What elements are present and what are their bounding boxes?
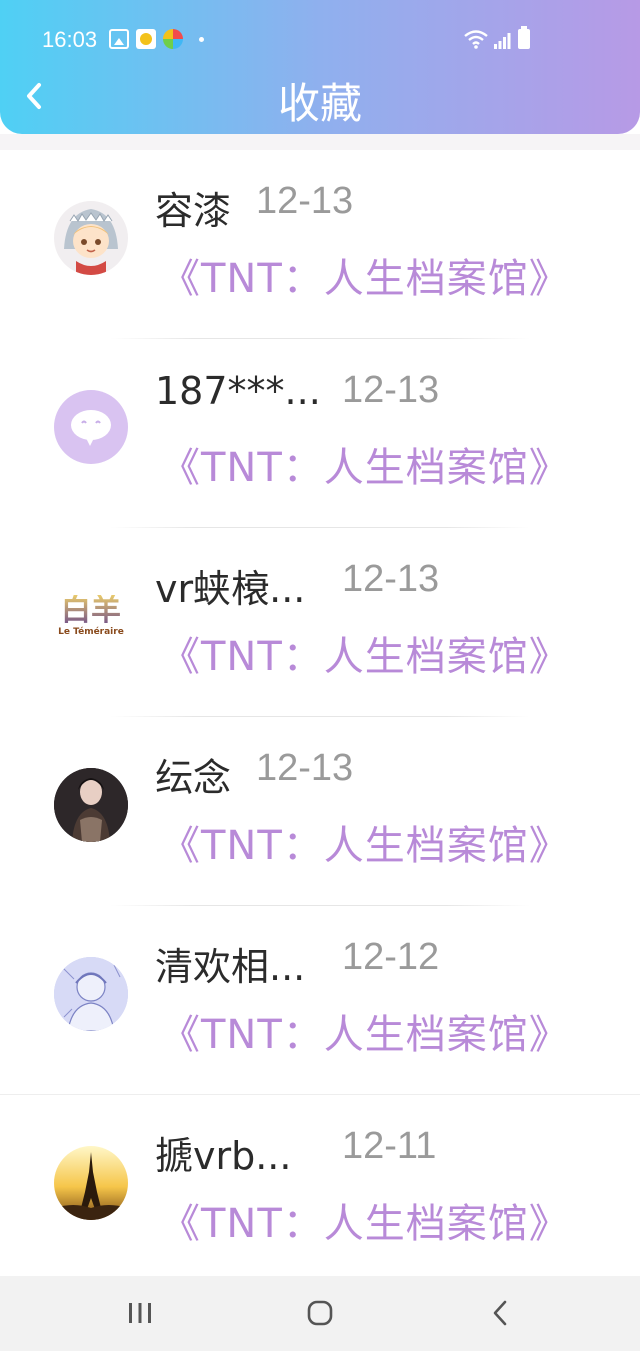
collection-title[interactable]: 《TNT：人生档案馆》 <box>160 624 570 682</box>
user-name: 清欢相... <box>155 945 306 989</box>
avatar[interactable] <box>54 201 128 275</box>
post-date: 12-13 <box>256 747 354 789</box>
collection-title[interactable]: 《TNT：人生档案馆》 <box>160 435 570 493</box>
logo-avatar-subtext: Le Téméraire <box>58 627 124 637</box>
status-bar: 16:03 <box>0 0 640 80</box>
logo-avatar: 白羊 Le Téméraire <box>54 579 128 653</box>
eiffel-tower-avatar <box>54 1146 128 1220</box>
name-row: vr蛱榱... <box>155 558 305 611</box>
gallery-icon <box>109 29 129 49</box>
signal-icon <box>494 33 511 49</box>
app-header: 16:03 收藏 <box>0 0 640 134</box>
sketch-avatar <box>54 957 128 1031</box>
page-title: 收藏 <box>277 79 362 128</box>
list-item[interactable]: 清欢相... 12-12 《TNT：人生档案馆》 <box>0 906 640 1095</box>
post-date: 12-12 <box>342 936 440 978</box>
notification-dot-icon <box>199 37 204 42</box>
system-nav-bar <box>0 1276 640 1351</box>
collection-title[interactable]: 《TNT：人生档案馆》 <box>160 246 570 304</box>
post-date: 12-13 <box>342 369 440 411</box>
list-item[interactable]: 白羊 Le Téméraire vr蛱榱... 12-13 《TNT：人生档案馆… <box>0 528 640 717</box>
header-divider <box>0 134 640 150</box>
home-button[interactable] <box>295 1290 345 1336</box>
avatar[interactable] <box>54 390 128 464</box>
color-app-icon <box>163 29 183 49</box>
avatar[interactable] <box>54 957 128 1031</box>
name-row: 搋vrb... <box>155 1125 291 1178</box>
name-row: 容漆 <box>155 180 231 233</box>
recent-apps-button[interactable] <box>115 1290 165 1336</box>
user-name: 容漆 <box>155 189 232 233</box>
back-icon <box>493 1300 507 1326</box>
home-icon <box>307 1300 333 1326</box>
collection-title[interactable]: 《TNT：人生档案馆》 <box>160 1191 570 1249</box>
list-item[interactable]: 搋vrb... 12-11 《TNT：人生档案馆》 <box>0 1095 640 1284</box>
battery-icon <box>518 26 530 49</box>
default-chat-bubble-avatar <box>71 410 111 446</box>
logo-avatar-text: 白羊 <box>61 593 121 628</box>
name-row: 纭念 <box>155 747 231 800</box>
avatar[interactable] <box>54 1146 128 1220</box>
post-date: 12-13 <box>342 558 440 600</box>
favorites-list: 容漆 12-13 《TNT：人生档案馆》 187***... 12-13 《TN… <box>0 150 640 1284</box>
list-item[interactable]: 纭念 12-13 《TNT：人生档案馆》 <box>0 717 640 906</box>
avatar[interactable] <box>54 768 128 842</box>
photo-avatar <box>54 768 128 842</box>
avatar[interactable]: 白羊 Le Téméraire <box>54 579 128 653</box>
recent-apps-icon <box>129 1303 151 1323</box>
collection-title[interactable]: 《TNT：人生档案馆》 <box>160 1002 570 1060</box>
cartoon-shark-hoodie-avatar <box>64 209 118 275</box>
status-time: 16:03 <box>42 27 98 52</box>
list-item[interactable]: 187***... 12-13 《TNT：人生档案馆》 <box>0 339 640 528</box>
user-name: 纭念 <box>155 756 232 800</box>
post-date: 12-11 <box>342 1125 437 1167</box>
name-row: 187***... <box>155 369 321 419</box>
name-row: 清欢相... <box>155 936 305 989</box>
collection-title[interactable]: 《TNT：人生档案馆》 <box>160 813 570 871</box>
user-name: 搋vrb... <box>155 1134 292 1178</box>
user-name: 187***... <box>155 369 321 413</box>
list-item[interactable]: 容漆 12-13 《TNT：人生档案馆》 <box>0 150 640 339</box>
app-notification-icon <box>136 29 156 49</box>
system-back-button[interactable] <box>475 1290 525 1336</box>
wifi-icon <box>464 30 488 49</box>
post-date: 12-13 <box>256 180 354 222</box>
user-name: vr蛱榱... <box>155 567 306 611</box>
